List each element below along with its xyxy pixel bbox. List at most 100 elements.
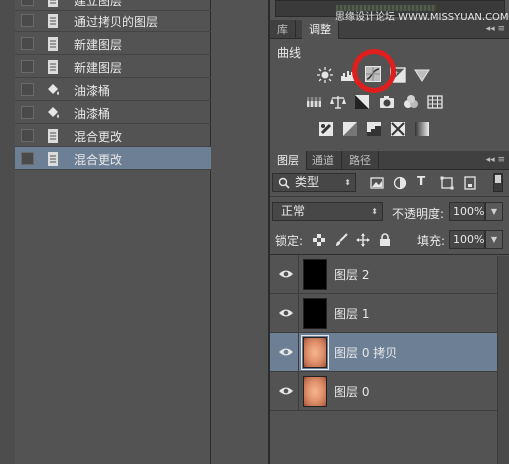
document-icon	[48, 152, 58, 166]
filter-pixel-icon[interactable]	[370, 176, 384, 190]
history-checkbox[interactable]	[21, 60, 34, 73]
hue-saturation-icon[interactable]	[306, 94, 322, 110]
lock-position-move-icon[interactable]	[356, 233, 370, 247]
history-label: 建立图层	[74, 0, 123, 8]
history-checkbox[interactable]	[21, 106, 34, 119]
history-checkbox[interactable]	[21, 0, 34, 6]
layer-name: 图层 0 拷贝	[334, 346, 398, 360]
color-lookup-icon[interactable]	[427, 94, 443, 110]
history-label: 新建图层	[74, 38, 123, 52]
history-checkbox[interactable]	[21, 14, 34, 27]
black-white-icon[interactable]	[354, 94, 370, 110]
tab-adjustments[interactable]: 调整	[302, 20, 339, 39]
document-icon	[48, 60, 58, 74]
history-label: 通过拷贝的图层	[74, 15, 159, 29]
divider	[270, 196, 509, 197]
history-checkbox[interactable]	[21, 152, 34, 165]
watermark-text: 思缘设计论坛 WWW.MISSYUAN.COM	[335, 12, 509, 23]
layer-name: 图层 2	[334, 268, 370, 282]
history-item-selected[interactable]: 混合更改	[15, 147, 211, 170]
opacity-label: 不透明度:	[392, 207, 445, 221]
search-icon	[278, 177, 290, 189]
tab-layers[interactable]: 图层	[270, 151, 307, 170]
history-label: 新建图层	[74, 61, 123, 75]
layers-tabbar: 图层 通道 路径 ◂◂ ≡	[270, 151, 509, 170]
layer-row-selected[interactable]: 图层 0 拷贝	[270, 333, 497, 372]
history-label: 混合更改	[74, 153, 123, 167]
fill-input[interactable]: 100%	[449, 230, 485, 249]
history-item[interactable]: 新建图层	[15, 32, 211, 55]
tab-library[interactable]: 库	[270, 20, 296, 39]
filter-adjustment-icon[interactable]	[393, 176, 407, 190]
canvas-gap	[211, 0, 268, 464]
layer-row[interactable]: 图层 0	[270, 372, 497, 411]
document-icon	[48, 14, 58, 28]
document-icon	[48, 0, 58, 7]
history-item[interactable]: 混合更改	[15, 124, 211, 147]
visibility-eye-icon[interactable]	[278, 383, 294, 399]
layer-thumbnail	[301, 335, 329, 370]
lock-transparent-icon[interactable]	[312, 233, 326, 247]
color-balance-icon[interactable]	[330, 94, 346, 110]
threshold-icon[interactable]	[366, 121, 382, 137]
history-checkbox[interactable]	[21, 37, 34, 50]
document-icon	[48, 129, 58, 143]
history-item[interactable]: 通过拷贝的图层	[15, 9, 211, 32]
photo-filter-icon[interactable]	[379, 94, 395, 110]
adjustments-hover-title: 曲线	[277, 46, 302, 60]
fill-label: 填充:	[417, 234, 446, 248]
visibility-eye-icon[interactable]	[278, 344, 294, 360]
layer-row[interactable]: 图层 2	[270, 255, 497, 294]
brightness-contrast-icon[interactable]	[317, 67, 333, 83]
selective-color-icon[interactable]	[390, 121, 406, 137]
layer-thumbnail	[303, 376, 327, 407]
filter-shape-icon[interactable]	[440, 176, 454, 190]
tab-channels[interactable]: 通道	[305, 151, 342, 170]
history-label: 油漆桶	[74, 107, 111, 121]
history-item[interactable]: 油漆桶	[15, 78, 211, 101]
blend-mode-value: 正常	[281, 204, 306, 218]
panel-menu-icon[interactable]: ◂◂ ≡	[486, 154, 505, 166]
filter-kind-label: 类型	[295, 175, 320, 189]
layer-row[interactable]: 图层 1	[270, 294, 497, 333]
visibility-eye-icon[interactable]	[278, 266, 294, 282]
filter-type-icon[interactable]: T	[417, 174, 425, 188]
vibrance-icon[interactable]	[414, 67, 430, 83]
lock-label: 锁定:	[275, 234, 304, 248]
posterize-icon[interactable]	[342, 121, 358, 137]
filter-smart-object-icon[interactable]	[463, 176, 477, 190]
lock-all-icon[interactable]	[378, 233, 392, 247]
chevron-updown-icon: ⬍	[344, 178, 351, 187]
layer-thumbnail	[303, 259, 327, 290]
invert-icon[interactable]	[318, 121, 334, 137]
history-item[interactable]: 新建图层	[15, 55, 211, 78]
opacity-dropdown[interactable]: ▼	[485, 202, 503, 221]
curves-highlight-circle	[352, 49, 396, 93]
history-item[interactable]: 油漆桶	[15, 101, 211, 124]
document-icon	[48, 37, 58, 51]
history-label: 油漆桶	[74, 84, 111, 98]
history-checkbox[interactable]	[21, 129, 34, 142]
layer-filter-kind-select[interactable]: 类型 ⬍	[272, 173, 356, 192]
tab-paths[interactable]: 路径	[342, 151, 379, 170]
layer-thumbnail	[303, 298, 327, 329]
history-label: 混合更改	[74, 130, 123, 144]
filter-toggle[interactable]	[493, 173, 503, 192]
history-checkbox[interactable]	[21, 83, 34, 96]
blend-mode-select[interactable]: 正常 ⬍	[272, 202, 383, 221]
opacity-input[interactable]: 100%	[449, 202, 485, 221]
chevron-updown-icon: ⬍	[371, 207, 378, 216]
visibility-eye-icon[interactable]	[278, 305, 294, 321]
panel-menu-icon[interactable]: ◂◂ ≡	[486, 23, 505, 35]
fill-dropdown[interactable]: ▼	[485, 230, 503, 249]
channel-mixer-icon[interactable]	[403, 94, 419, 110]
layer-name: 图层 1	[334, 307, 370, 321]
history-panel: 建立图层 通过拷贝的图层 新建图层 新建图层 油漆桶 油漆桶 混合更改 混合更改	[15, 0, 211, 464]
gradient-map-icon[interactable]	[414, 121, 430, 137]
left-edge	[0, 0, 15, 464]
lock-pixels-brush-icon[interactable]	[334, 233, 348, 247]
layers-scrollbar[interactable]	[497, 256, 509, 464]
paint-bucket-icon	[48, 84, 59, 95]
paint-bucket-icon	[48, 107, 59, 118]
layer-name: 图层 0	[334, 385, 370, 399]
